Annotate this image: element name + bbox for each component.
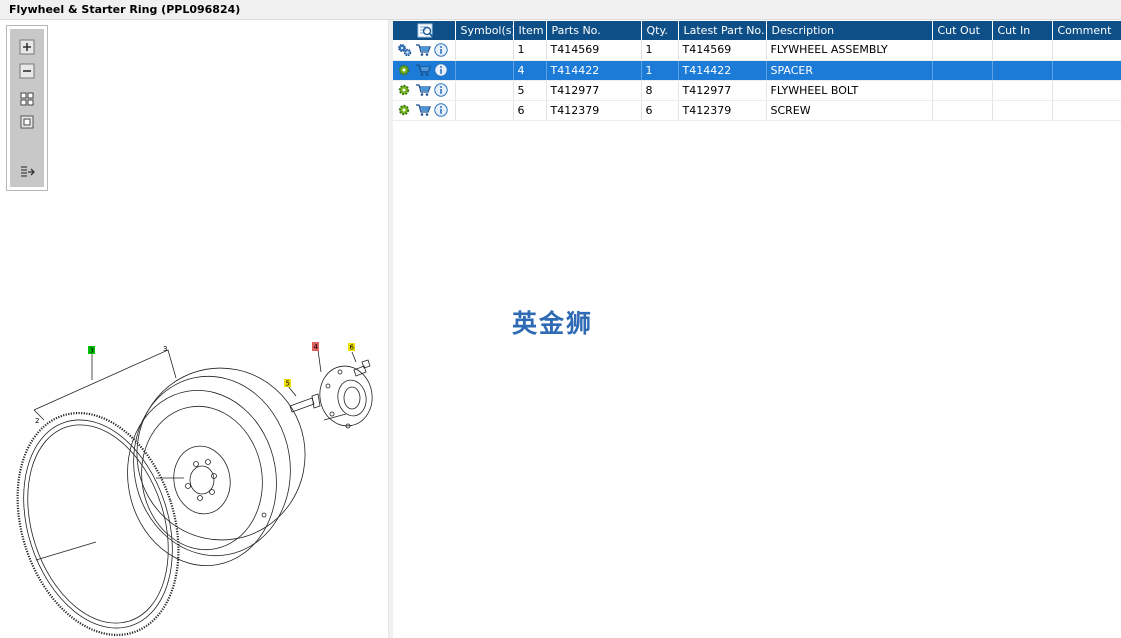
callout-2: 2	[35, 417, 39, 425]
parts-no-cell: T412977	[546, 80, 642, 101]
qty-cell: 1	[641, 60, 679, 81]
window-title: Flywheel & Starter Ring (PPL096824)	[9, 3, 241, 16]
column-header-latest-part-no[interactable]: Latest Part No.	[678, 21, 767, 40]
qty-cell: 6	[641, 100, 679, 121]
symbols-cell	[455, 80, 514, 101]
add-to-cart-icon[interactable]	[415, 103, 431, 117]
fit-grid-icon[interactable]	[18, 90, 36, 108]
cut-in-cell	[992, 60, 1053, 81]
column-header-symbols[interactable]: Symbol(s)	[455, 21, 514, 40]
illustration-pane[interactable]: 3 3 4 6 5 2	[0, 20, 389, 638]
viewer-toolbar	[6, 25, 48, 191]
callout-3: 3	[163, 345, 167, 353]
comment-cell	[1052, 60, 1121, 81]
callout-4: 4	[314, 343, 319, 351]
item-cell: 6	[513, 100, 547, 121]
flywheel-exploded-diagram[interactable]: 3 3 4 6 5 2	[6, 310, 386, 636]
description-cell: FLYWHEEL ASSEMBLY	[766, 40, 933, 61]
qty-cell: 1	[641, 40, 679, 61]
table-row[interactable]: 1 T414569 1 T414569 FLYWHEEL ASSEMBLY	[393, 40, 1121, 61]
table-row[interactable]: 5 T412977 8 T412977 FLYWHEEL BOLT	[393, 80, 1121, 101]
item-cell: 5	[513, 80, 547, 101]
item-cell: 1	[513, 40, 547, 61]
cut-out-cell	[932, 80, 993, 101]
latest-part-no-cell: T412379	[678, 100, 767, 121]
table-row[interactable]: 4 T414422 1 T414422 SPACER	[393, 60, 1121, 81]
info-icon[interactable]	[434, 43, 448, 57]
search-list-icon[interactable]	[417, 23, 435, 39]
column-header-description[interactable]: Description	[766, 21, 933, 40]
column-header-item[interactable]: Item	[513, 21, 547, 40]
column-header-cut-in[interactable]: Cut In	[992, 21, 1053, 40]
zoom-in-icon[interactable]	[18, 38, 36, 56]
parts-table: Symbol(s) Item Parts No. Qty. Latest Par…	[393, 21, 1121, 121]
parts-no-cell: T414422	[546, 60, 642, 81]
column-header-cut-out[interactable]: Cut Out	[932, 21, 993, 40]
latest-part-no-cell: T414569	[678, 40, 767, 61]
cut-out-cell	[932, 100, 993, 121]
item-cell: 4	[513, 60, 547, 81]
info-icon[interactable]	[434, 63, 448, 77]
symbols-cell	[455, 60, 514, 81]
window-title-bar: Flywheel & Starter Ring (PPL096824)	[0, 0, 1121, 20]
info-icon[interactable]	[434, 103, 448, 117]
comment-cell	[1052, 80, 1121, 101]
add-to-cart-icon[interactable]	[415, 83, 431, 97]
part-gear-icon[interactable]	[397, 103, 412, 117]
add-to-cart-icon[interactable]	[415, 43, 431, 57]
latest-part-no-cell: T412977	[678, 80, 767, 101]
cut-in-cell	[992, 40, 1053, 61]
zoom-out-icon[interactable]	[18, 62, 36, 80]
description-cell: SCREW	[766, 100, 933, 121]
cut-in-cell	[992, 100, 1053, 121]
list-export-icon[interactable]	[18, 163, 36, 181]
symbols-cell	[455, 100, 514, 121]
part-gear-icon[interactable]	[397, 63, 412, 77]
column-header-comment[interactable]: Comment	[1052, 21, 1121, 40]
comment-cell	[1052, 40, 1121, 61]
cut-out-cell	[932, 40, 993, 61]
symbols-cell	[455, 40, 514, 61]
column-header-parts-no[interactable]: Parts No.	[546, 21, 642, 40]
assembly-gears-icon[interactable]	[397, 43, 412, 57]
cut-in-cell	[992, 80, 1053, 101]
latest-part-no-cell: T414422	[678, 60, 767, 81]
column-header-qty[interactable]: Qty.	[641, 21, 679, 40]
description-cell: FLYWHEEL BOLT	[766, 80, 933, 101]
table-row[interactable]: 6 T412379 6 T412379 SCREW	[393, 100, 1121, 121]
actual-size-icon[interactable]	[18, 113, 36, 131]
parts-list-pane: Symbol(s) Item Parts No. Qty. Latest Par…	[393, 20, 1121, 638]
callout-6: 6	[350, 344, 355, 352]
info-icon[interactable]	[434, 83, 448, 97]
add-to-cart-icon[interactable]	[415, 63, 431, 77]
parts-no-cell: T414569	[546, 40, 642, 61]
parts-no-cell: T412379	[546, 100, 642, 121]
part-gear-icon[interactable]	[397, 83, 412, 97]
qty-cell: 8	[641, 80, 679, 101]
comment-cell	[1052, 100, 1121, 121]
callout-5: 5	[286, 380, 290, 388]
cut-out-cell	[932, 60, 993, 81]
description-cell: SPACER	[766, 60, 933, 81]
watermark-text: 英金狮	[512, 309, 594, 338]
column-header-search[interactable]	[393, 21, 456, 40]
callout-1: 3	[90, 347, 94, 355]
